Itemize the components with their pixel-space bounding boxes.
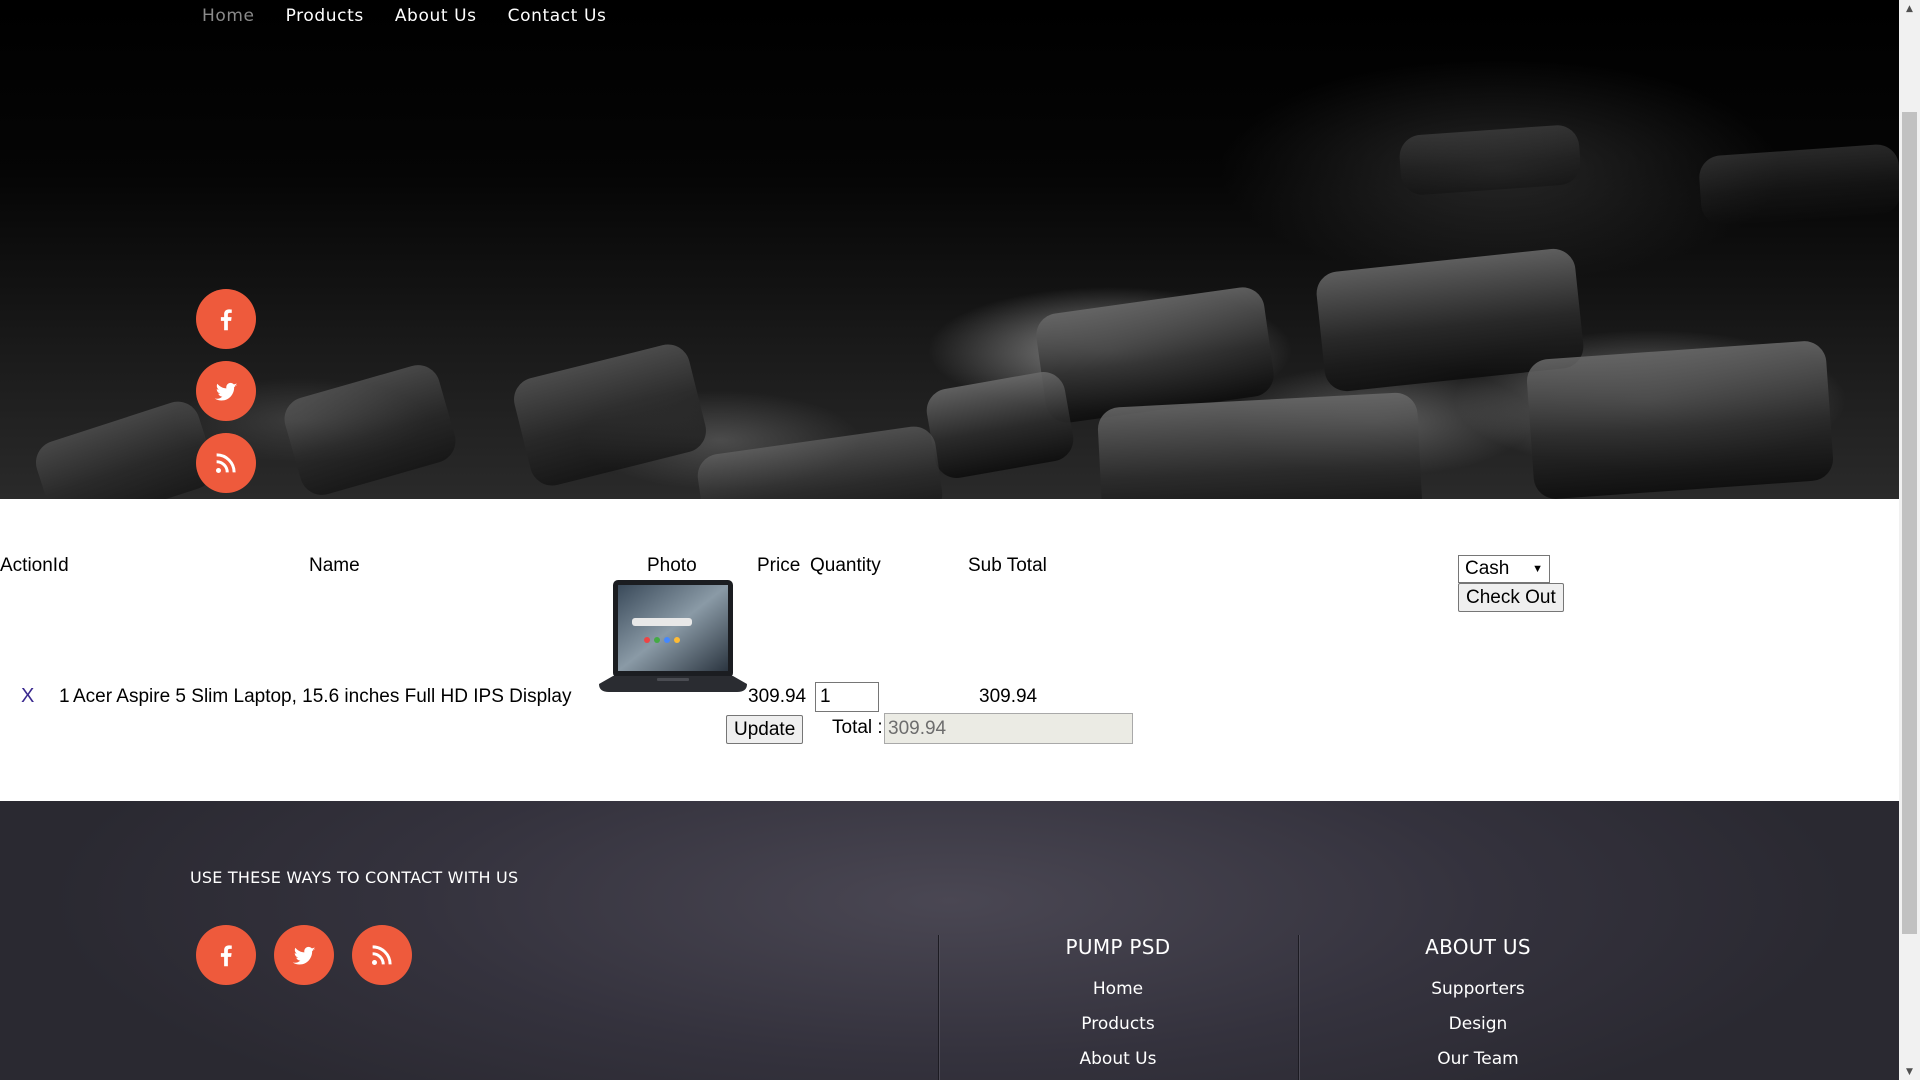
nav-about-us[interactable]: About Us (395, 5, 477, 27)
hero-key-shape (694, 423, 946, 499)
nav-home[interactable]: Home (202, 5, 255, 27)
footer-link-home[interactable]: Home (968, 972, 1268, 1007)
footer-twitter-link[interactable] (274, 925, 334, 985)
header-price: Price (757, 555, 801, 576)
hero-key-shape (30, 395, 220, 499)
cart-item-id: 1 (59, 686, 70, 707)
header-name: Name (309, 555, 360, 576)
scrollbar-thumb[interactable] (1902, 112, 1917, 934)
footer-contact-title: USE THESE WAYS TO CONTACT WITH US (190, 868, 519, 887)
header-quantity: Quantity (810, 555, 881, 576)
hero-key-shape (1697, 143, 1899, 227)
payment-method-value: Cash (1465, 558, 1510, 579)
facebook-icon (220, 309, 232, 331)
header-photo: Photo (647, 555, 697, 576)
footer-column-about-us: ABOUT US Supporters Design Our Team (1328, 935, 1628, 1077)
hero-key-shape (279, 359, 461, 499)
scroll-up-arrow-icon[interactable]: ▲ (1899, 0, 1920, 17)
hero-key-shape (923, 368, 1077, 482)
cart-section (0, 499, 1899, 801)
scroll-down-arrow-icon[interactable]: ▼ (1899, 1063, 1920, 1080)
quantity-input[interactable] (815, 682, 879, 712)
footer-divider (938, 935, 939, 1080)
rss-icon (216, 453, 236, 473)
rss-icon (372, 945, 392, 965)
total-field (884, 713, 1133, 744)
cart-item-subtotal: 309.94 (979, 686, 1038, 707)
hero-key-shape (509, 339, 711, 491)
nav-contact-us[interactable]: Contact Us (508, 5, 607, 27)
footer-link-supporters[interactable]: Supporters (1328, 972, 1628, 1007)
footer-link-about-us[interactable]: About Us (968, 1042, 1268, 1077)
hero-banner: Home Products About Us Contact Us (0, 0, 1899, 499)
header-action-id: ActionId (0, 555, 69, 576)
rss-link[interactable] (196, 433, 256, 493)
hero-key-shape (1096, 391, 1424, 499)
footer: USE THESE WAYS TO CONTACT WITH US PUMP P… (0, 801, 1899, 1080)
checkout-button[interactable]: Check Out (1458, 583, 1564, 612)
hero-key-shape (1398, 123, 1582, 197)
cart-item-name: Acer Aspire 5 Slim Laptop, 15.6 inches F… (73, 686, 572, 707)
footer-social-links (196, 925, 412, 985)
remove-item-link[interactable]: X (21, 685, 34, 708)
footer-link-our-team[interactable]: Our Team (1328, 1042, 1628, 1077)
payment-method-select[interactable]: Cash ▼ (1458, 555, 1550, 583)
footer-rss-link[interactable] (352, 925, 412, 985)
header-subtotal: Sub Total (968, 555, 1047, 576)
facebook-link[interactable] (196, 289, 256, 349)
update-button[interactable]: Update (726, 715, 804, 744)
twitter-link[interactable] (196, 361, 256, 421)
laptop-product-photo (599, 580, 747, 692)
footer-facebook-link[interactable] (196, 925, 256, 985)
footer-link-design[interactable]: Design (1328, 1007, 1628, 1042)
twitter-icon (214, 382, 238, 401)
nav-products[interactable]: Products (286, 5, 364, 27)
footer-column-title: PUMP PSD (1065, 935, 1171, 959)
hero-social-links (196, 289, 256, 493)
main-nav: Home Products About Us Contact Us (202, 5, 637, 27)
footer-divider (1298, 935, 1299, 1080)
footer-column-pump-psd: PUMP PSD Home Products About Us (968, 935, 1268, 1077)
twitter-icon (292, 946, 316, 965)
hero-key-shape (1525, 339, 1835, 499)
page-scrollbar[interactable]: ▲ ▼ (1899, 0, 1920, 1080)
total-label: Total : (832, 717, 883, 738)
dropdown-arrow-icon: ▼ (1532, 563, 1543, 575)
footer-column-title: ABOUT US (1425, 935, 1531, 959)
cart-item-price: 309.94 (748, 686, 807, 707)
footer-link-products[interactable]: Products (968, 1007, 1268, 1042)
facebook-icon (220, 945, 232, 967)
